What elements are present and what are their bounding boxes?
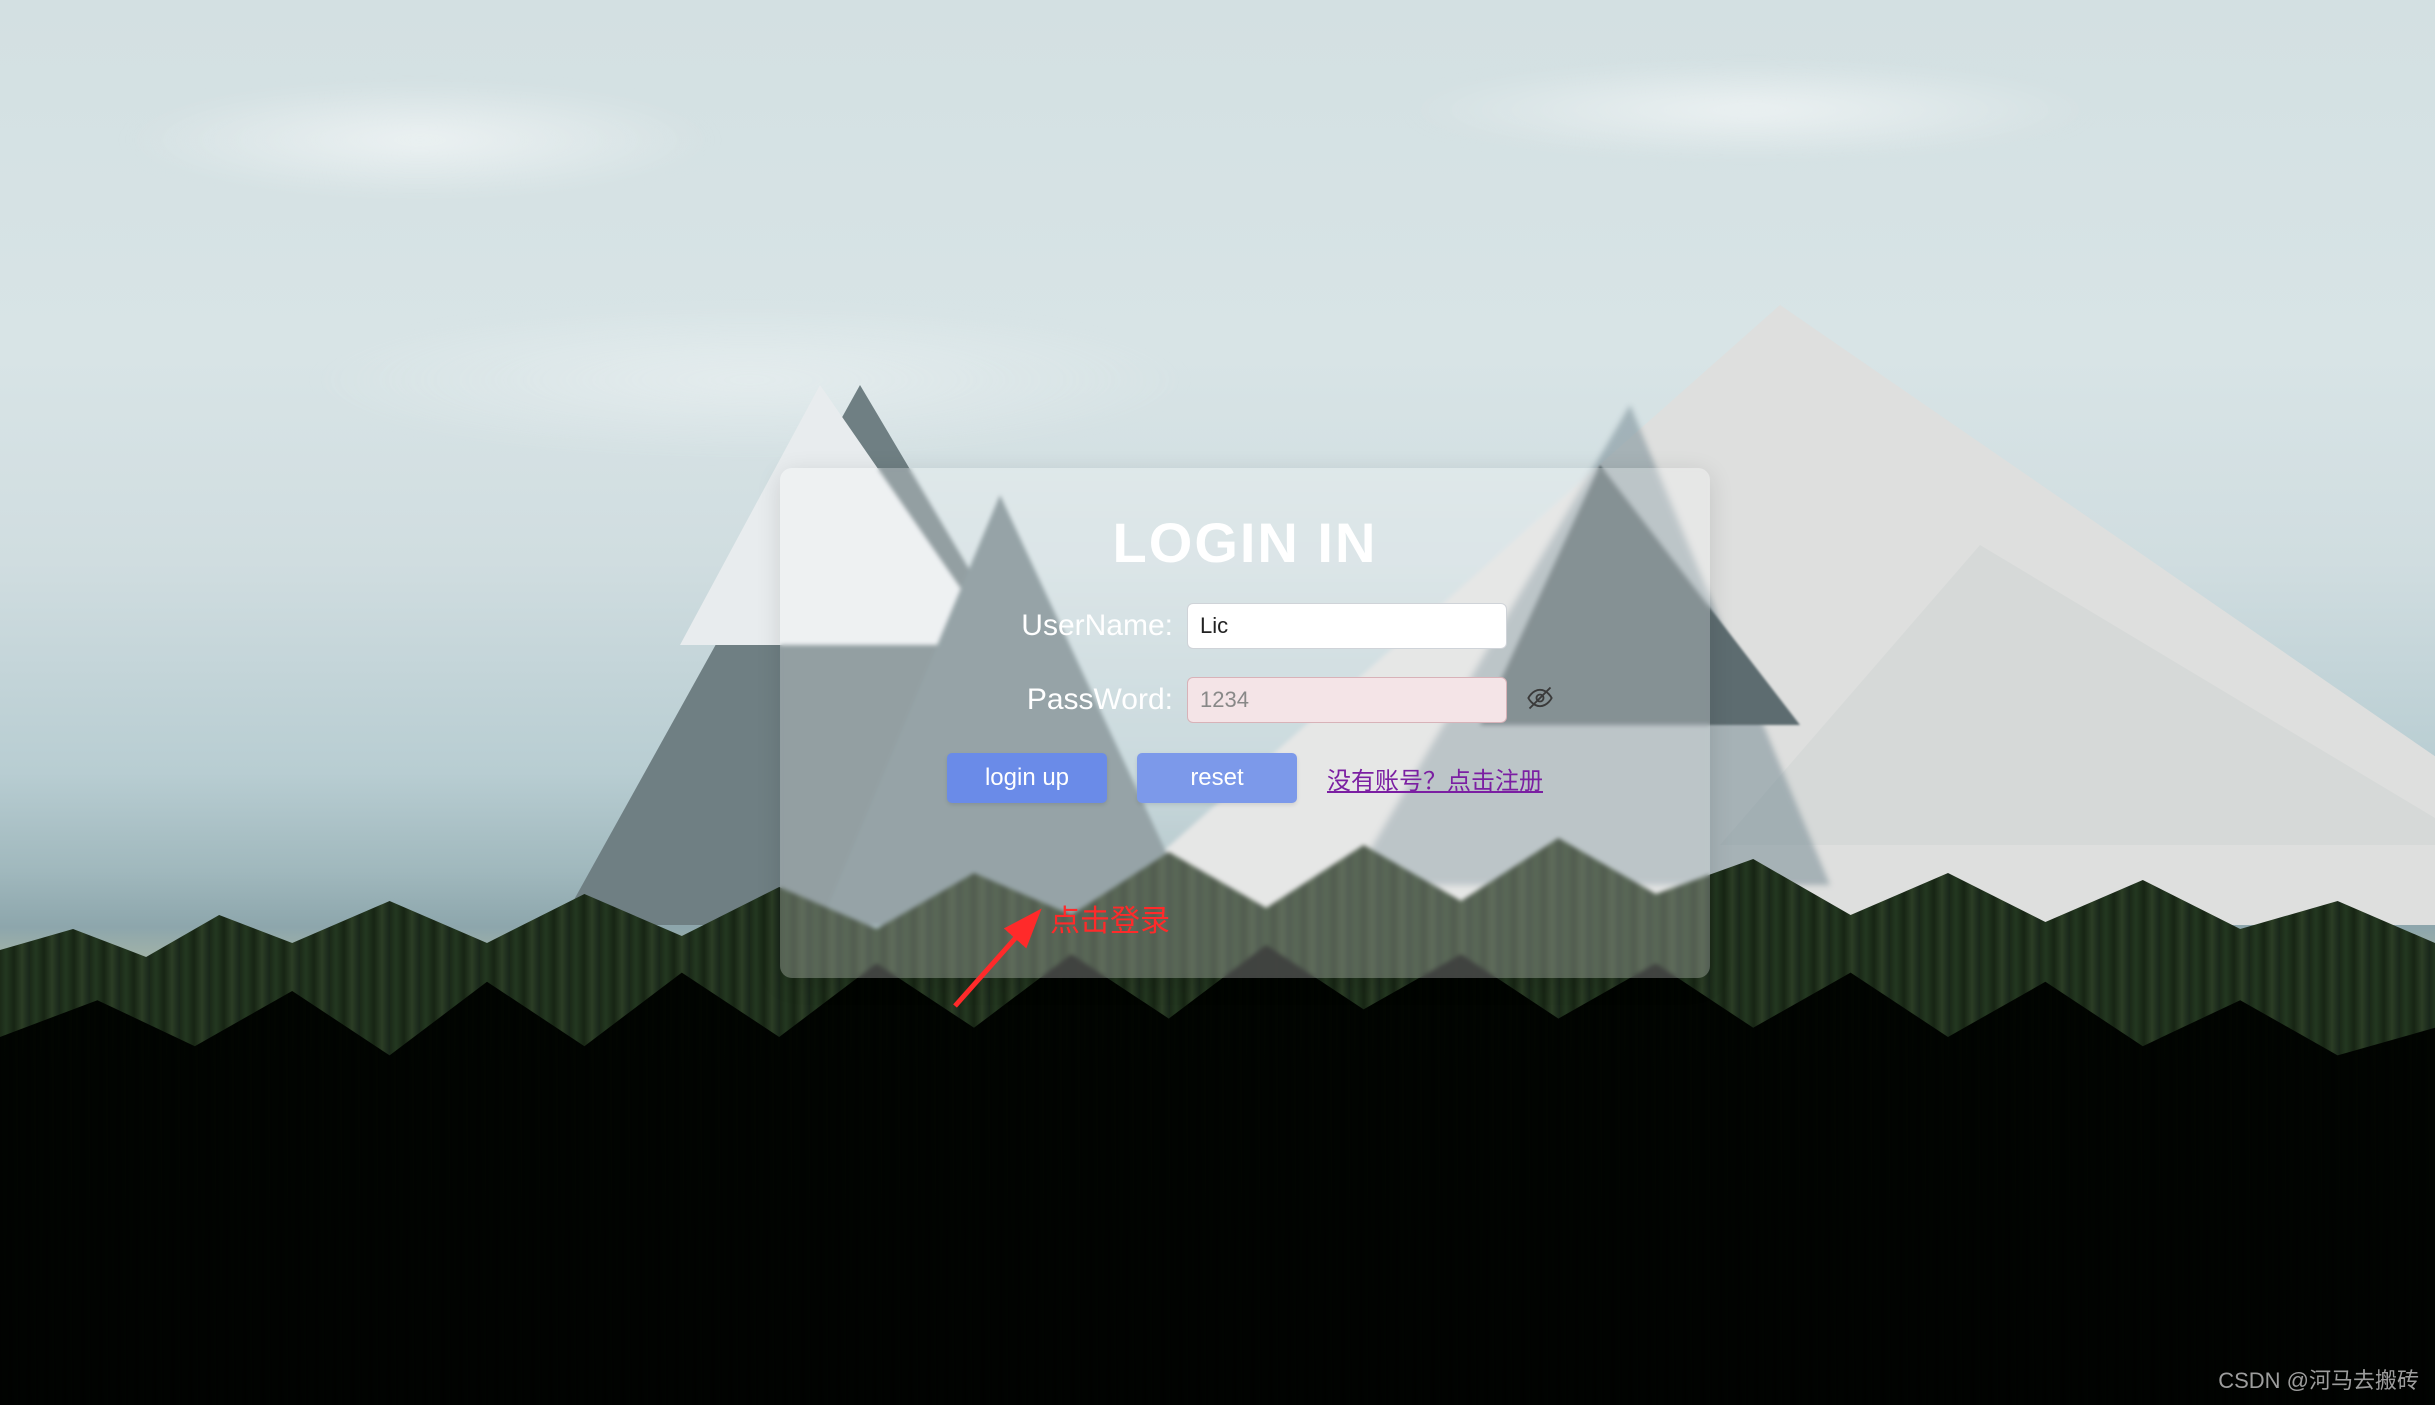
password-input-wrap <box>1187 677 1507 723</box>
button-row: login up reset 没有账号？点击注册 <box>780 753 1710 803</box>
login-button[interactable]: login up <box>947 753 1107 803</box>
watermark: CSDN @河马去搬砖 <box>2218 1363 2419 1395</box>
username-input-wrap <box>1187 603 1507 649</box>
toggle-password-visibility[interactable] <box>1523 683 1557 717</box>
eye-off-icon <box>1526 684 1554 717</box>
password-input[interactable] <box>1187 677 1507 723</box>
password-label: PassWord: <box>983 683 1173 717</box>
username-row: UserName: <box>780 603 1710 649</box>
reset-button[interactable]: reset <box>1137 753 1297 803</box>
login-card: LOGIN IN UserName: PassWord: <box>780 468 1710 978</box>
login-title: LOGIN IN <box>780 510 1710 575</box>
login-page: LOGIN IN UserName: PassWord: <box>0 0 2435 1405</box>
cloud <box>1400 60 2100 160</box>
password-row: PassWord: <box>780 677 1710 723</box>
username-label: UserName: <box>983 609 1173 643</box>
cloud <box>120 80 720 200</box>
register-link[interactable]: 没有账号？点击注册 <box>1327 761 1543 796</box>
username-input[interactable] <box>1187 603 1507 649</box>
